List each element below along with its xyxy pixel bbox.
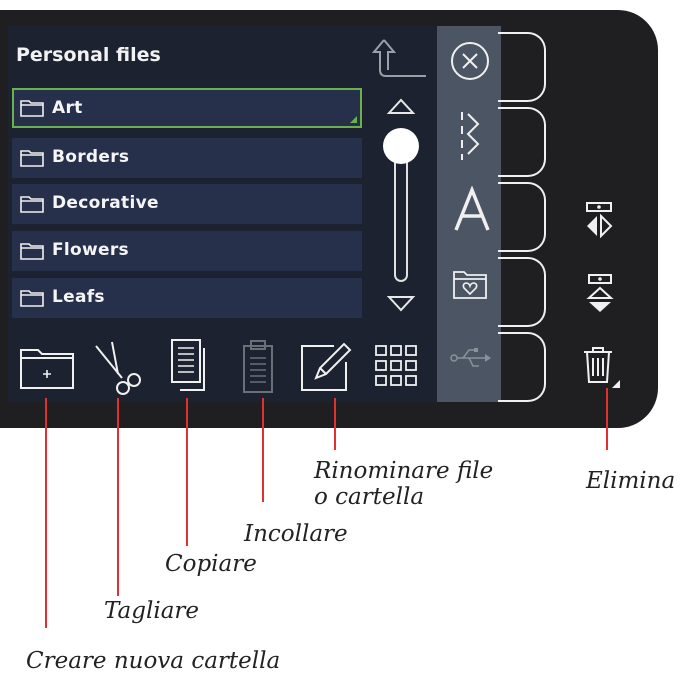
callout-line [606, 388, 608, 450]
annotation-rename-line1: Rinominare file [314, 458, 494, 484]
scroll-down-icon[interactable] [386, 294, 416, 314]
cut-icon[interactable] [92, 338, 144, 396]
side-tab[interactable] [498, 107, 546, 177]
annotation-rename-line2: o cartella [314, 484, 425, 510]
list-item[interactable]: Decorative [12, 184, 362, 224]
folder-icon [20, 290, 44, 307]
annotation-copy: Copiare [165, 551, 257, 577]
mirror-vertical-icon[interactable] [586, 272, 614, 314]
scrollbar-thumb[interactable] [383, 128, 419, 164]
personal-files-icon[interactable] [452, 268, 488, 300]
side-tab[interactable] [498, 182, 546, 252]
grid-view-icon[interactable] [374, 344, 418, 388]
annotation-delete: Elimina [586, 468, 676, 494]
rename-pencil-icon[interactable] [298, 340, 356, 394]
options-corner-icon [350, 116, 357, 123]
copy-icon[interactable] [168, 338, 212, 396]
folder-icon [20, 196, 44, 213]
delete-trash-icon[interactable] [582, 346, 622, 390]
side-tab[interactable] [498, 332, 546, 402]
folder-icon [20, 243, 44, 260]
font-menu-icon[interactable] [452, 186, 492, 232]
list-item-label: Flowers [52, 240, 129, 260]
list-item[interactable]: Leafs [12, 278, 362, 318]
list-item-label: Art [52, 98, 83, 118]
list-item[interactable]: Art [12, 88, 362, 128]
scroll-up-icon[interactable] [386, 96, 416, 116]
annotation-create-folder: Creare nuova cartella [26, 648, 281, 674]
annotation-paste: Incollare [244, 521, 348, 547]
paste-icon [243, 340, 273, 393]
parent-folder-arrow-icon[interactable] [370, 36, 428, 82]
close-icon[interactable] [449, 40, 491, 82]
callout-line [117, 398, 119, 596]
folder-icon [20, 100, 44, 117]
usb-icon [450, 348, 491, 367]
page-title: Personal files [16, 44, 161, 66]
list-item[interactable]: Borders [12, 138, 362, 178]
callout-line [45, 398, 47, 628]
list-item-label: Borders [52, 147, 130, 167]
new-folder-icon[interactable] [18, 344, 76, 390]
folder-icon [20, 150, 44, 167]
stitch-menu-icon[interactable] [456, 110, 484, 162]
callout-line [334, 398, 336, 450]
side-tab[interactable] [498, 32, 546, 102]
callout-line [186, 398, 188, 546]
list-item-label: Decorative [52, 193, 159, 213]
list-item[interactable]: Flowers [12, 231, 362, 271]
annotation-cut: Tagliare [104, 598, 200, 624]
callout-line [262, 398, 264, 502]
mirror-horizontal-icon[interactable] [584, 198, 614, 238]
side-tab[interactable] [498, 257, 546, 327]
list-item-label: Leafs [52, 287, 105, 307]
